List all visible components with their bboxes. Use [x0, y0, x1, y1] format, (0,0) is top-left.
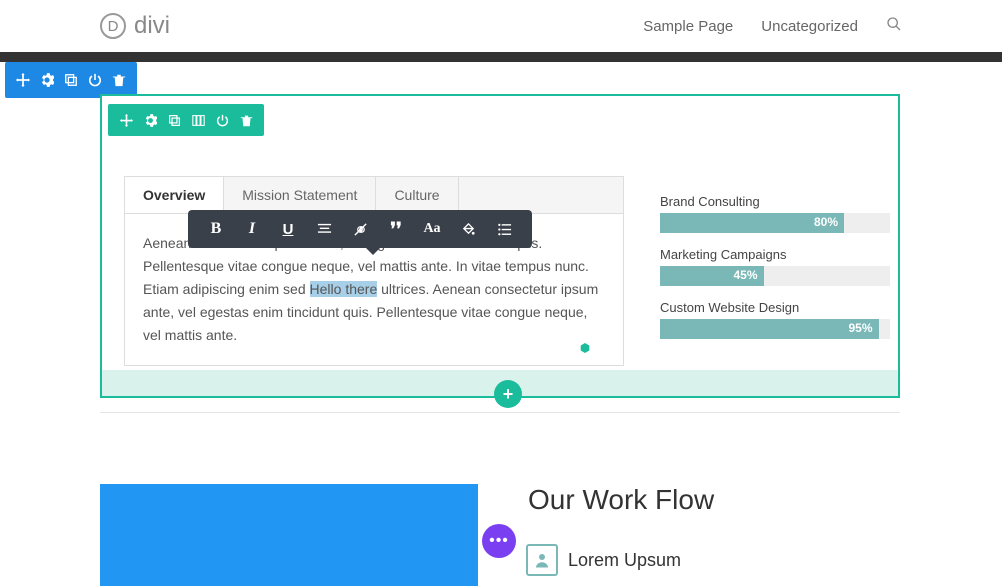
bar-marketing: Marketing Campaigns 45% [660, 247, 890, 286]
underline-button[interactable]: U [270, 210, 306, 248]
align-button[interactable] [306, 210, 342, 248]
unlink-button[interactable] [342, 210, 378, 248]
bar-track: 95% [660, 319, 890, 339]
power-icon[interactable] [210, 104, 234, 136]
person-icon [526, 544, 558, 576]
italic-button[interactable]: I [234, 210, 270, 248]
nav-uncategorized[interactable]: Uncategorized [761, 18, 858, 35]
skill-bars: Brand Consulting 80% Marketing Campaigns… [660, 194, 890, 353]
add-row-button[interactable]: + [494, 380, 522, 408]
resize-handle-icon[interactable] [580, 340, 590, 350]
bar-pct: 45% [733, 268, 757, 282]
selected-text[interactable]: Hello there [310, 281, 378, 297]
power-icon[interactable] [83, 62, 107, 98]
fill-button[interactable] [450, 210, 486, 248]
bar-label: Marketing Campaigns [660, 247, 890, 262]
nav-sample-page[interactable]: Sample Page [643, 18, 733, 35]
bar-website-design: Custom Website Design 95% [660, 300, 890, 339]
bar-label: Brand Consulting [660, 194, 890, 209]
bar-pct: 95% [848, 321, 872, 335]
bar-label: Custom Website Design [660, 300, 890, 315]
trash-icon[interactable] [107, 62, 131, 98]
row-toolbar-teal [108, 104, 264, 136]
bar-fill: 80% [660, 213, 844, 233]
gear-icon[interactable] [35, 62, 59, 98]
bar-track: 80% [660, 213, 890, 233]
trash-icon[interactable] [234, 104, 258, 136]
list-button[interactable] [486, 210, 522, 248]
tabs-head: Overview Mission Statement Culture [125, 177, 623, 214]
tab-mission[interactable]: Mission Statement [224, 177, 376, 213]
duplicate-icon[interactable] [162, 104, 186, 136]
move-icon[interactable] [114, 104, 138, 136]
workflow-item-label: Lorem Upsum [568, 550, 681, 571]
tabs-module: Overview Mission Statement Culture Aenea… [124, 176, 624, 366]
search-icon[interactable] [886, 16, 902, 37]
columns-icon[interactable] [186, 104, 210, 136]
workflow-title: Our Work Flow [528, 484, 714, 516]
tab-culture[interactable]: Culture [376, 177, 458, 213]
move-icon[interactable] [11, 62, 35, 98]
bar-brand-consulting: Brand Consulting 80% [660, 194, 890, 233]
image-placeholder [100, 484, 478, 586]
section-toolbar-blue [5, 62, 137, 98]
main-nav: Sample Page Uncategorized [643, 16, 902, 37]
site-header: D divi Sample Page Uncategorized [0, 0, 1002, 52]
quote-button[interactable]: ❜❜ [378, 210, 414, 248]
admin-bar [0, 52, 1002, 62]
bar-track: 45% [660, 266, 890, 286]
module-actions-button[interactable]: ••• [482, 524, 516, 558]
tab-overview[interactable]: Overview [125, 177, 224, 213]
duplicate-icon[interactable] [59, 62, 83, 98]
logo[interactable]: D divi [100, 12, 170, 40]
bar-fill: 95% [660, 319, 879, 339]
bar-fill: 45% [660, 266, 764, 286]
section-divider [100, 412, 900, 413]
textstyle-button[interactable]: Aa [414, 210, 450, 248]
gear-icon[interactable] [138, 104, 162, 136]
logo-icon: D [100, 13, 126, 39]
bar-pct: 80% [814, 215, 838, 229]
text-formatting-toolbar: B I U ❜❜ Aa [188, 210, 532, 248]
bold-button[interactable]: B [198, 210, 234, 248]
logo-text: divi [134, 12, 170, 40]
